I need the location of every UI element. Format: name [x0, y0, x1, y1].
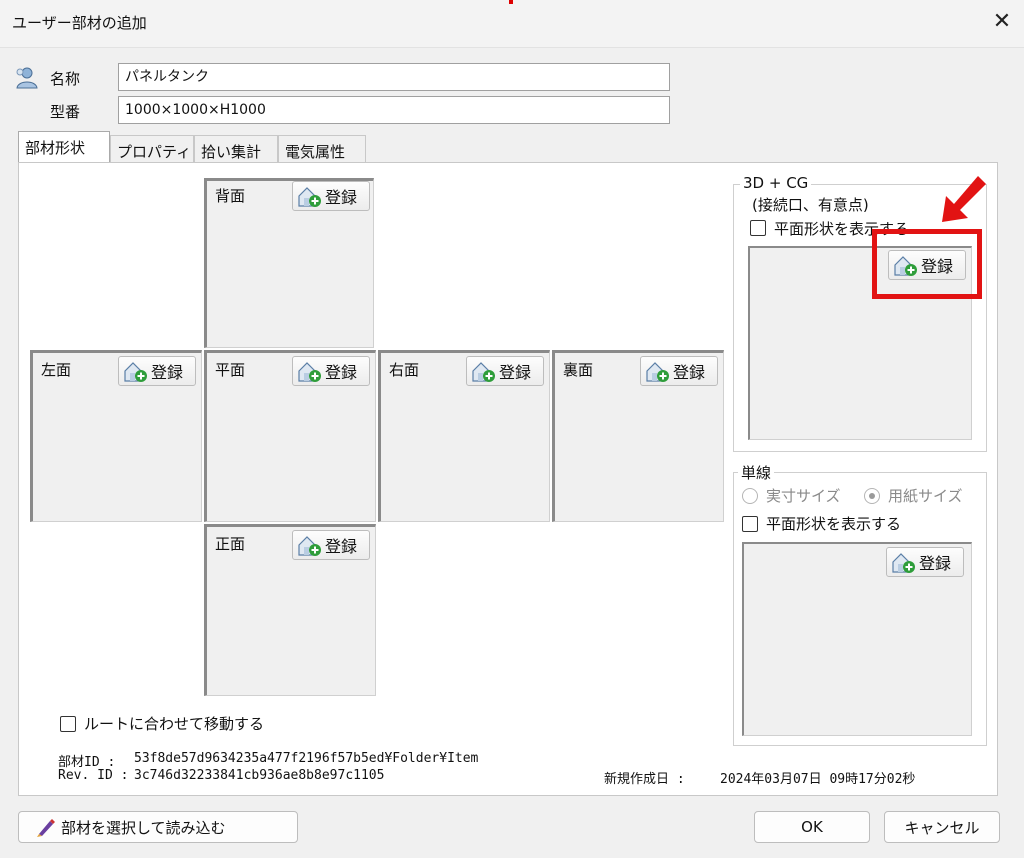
name-input[interactable]: パネルタンク — [118, 63, 670, 91]
view-rear-label: 裏面 — [563, 361, 594, 379]
name-label: 名称 — [50, 70, 81, 88]
single-line-show-plan-label: 平面形状を表示する — [766, 515, 902, 533]
tab-aggregation[interactable]: 拾い集計 — [194, 135, 278, 163]
register-back-button[interactable]: 登録 — [292, 181, 370, 211]
rev-id-label: Rev. ID : — [58, 768, 129, 783]
created-date-value: 2024年03月07日 09時17分02秒 — [720, 772, 916, 787]
register-icon — [645, 359, 671, 383]
register-icon — [297, 359, 323, 383]
view-front-label: 正面 — [215, 535, 246, 553]
tab-electrical[interactable]: 電気属性 — [278, 135, 366, 163]
register-icon — [297, 184, 323, 208]
register-front-label: 登録 — [325, 537, 358, 556]
register-left-button[interactable]: 登録 — [118, 356, 196, 386]
load-part-label: 部材を選択して読み込む — [61, 818, 226, 837]
view-plan-label: 平面 — [215, 361, 246, 379]
radio-actual-size[interactable] — [742, 488, 758, 504]
model-label: 型番 — [50, 103, 81, 121]
register-cg-label: 登録 — [921, 257, 954, 276]
single-line-legend: 単線 — [738, 462, 775, 483]
cg-group-legend: 3D + CG — [740, 174, 812, 192]
ok-button[interactable]: OK — [754, 811, 870, 843]
cg-group-subtitle: (接続口、有意点) — [752, 196, 869, 214]
part-id-value: 53f8de57d9634235a477f2196f57b5ed¥Folder¥… — [134, 751, 479, 766]
arrow-pointer-icon — [930, 170, 990, 230]
register-back-label: 登録 — [325, 188, 358, 207]
user-icon — [14, 64, 40, 90]
route-move-label: ルートに合わせて移動する — [84, 715, 265, 733]
register-icon — [297, 533, 323, 557]
cancel-button[interactable]: キャンセル — [884, 811, 1000, 843]
register-plan-button[interactable]: 登録 — [292, 356, 370, 386]
close-icon[interactable]: ✕ — [990, 10, 1014, 34]
register-icon — [471, 359, 497, 383]
marker-dot — [509, 0, 513, 4]
register-icon — [123, 359, 149, 383]
register-rear-label: 登録 — [673, 363, 706, 382]
pen-icon — [35, 816, 57, 838]
load-part-button[interactable]: 部材を選択して読み込む — [18, 811, 298, 843]
register-front-button[interactable]: 登録 — [292, 530, 370, 560]
register-left-label: 登録 — [151, 363, 184, 382]
route-move-checkbox[interactable] — [60, 716, 76, 732]
radio-paper-size[interactable] — [864, 488, 880, 504]
created-date-label: 新規作成日 : — [604, 772, 685, 787]
radio-actual-size-label: 実寸サイズ — [766, 487, 841, 505]
model-input[interactable]: 1000×1000×H1000 — [118, 96, 670, 124]
register-single-line-button[interactable]: 登録 — [886, 547, 964, 577]
title-bar: ユーザー部材の追加 — [0, 0, 1024, 48]
register-single-line-label: 登録 — [919, 554, 952, 573]
register-icon — [893, 253, 919, 277]
rev-id-value: 3c746d32233841cb936ae8b8e97c1105 — [134, 768, 385, 783]
window-title: ユーザー部材の追加 — [12, 14, 147, 32]
tab-properties[interactable]: プロパティ — [110, 135, 194, 163]
radio-paper-size-label: 用紙サイズ — [888, 487, 963, 505]
cg-show-plan-checkbox[interactable] — [750, 220, 766, 236]
register-plan-label: 登録 — [325, 363, 358, 382]
single-line-show-plan-checkbox[interactable] — [742, 516, 758, 532]
register-cg-button[interactable]: 登録 — [888, 250, 966, 280]
register-icon — [891, 550, 917, 574]
register-right-label: 登録 — [499, 363, 532, 382]
view-right-label: 右面 — [389, 361, 420, 379]
register-right-button[interactable]: 登録 — [466, 356, 544, 386]
tab-shape[interactable]: 部材形状 — [18, 131, 110, 163]
register-rear-button[interactable]: 登録 — [640, 356, 718, 386]
view-back-label: 背面 — [215, 187, 246, 205]
view-left-label: 左面 — [41, 361, 72, 379]
